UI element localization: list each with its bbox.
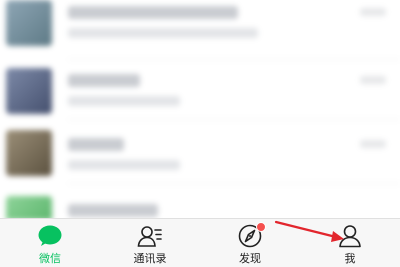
tab-label: 通讯录 <box>133 252 167 265</box>
avatar <box>6 196 52 220</box>
chat-time-placeholder <box>360 8 386 16</box>
person-icon <box>337 224 363 248</box>
tab-wechat[interactable]: 微信 <box>0 219 100 267</box>
tab-me[interactable]: 我 <box>300 219 400 267</box>
chat-time-placeholder <box>360 76 386 84</box>
chat-row[interactable] <box>0 0 400 60</box>
tab-label: 我 <box>344 252 356 265</box>
row-divider <box>68 119 400 120</box>
chat-title-placeholder <box>68 204 158 217</box>
contacts-icon <box>137 224 163 248</box>
chat-time-placeholder <box>360 140 386 148</box>
avatar <box>6 0 52 46</box>
tab-label: 微信 <box>39 252 61 265</box>
chat-row[interactable] <box>0 188 400 220</box>
row-divider <box>68 183 400 184</box>
avatar <box>6 130 52 176</box>
chat-row[interactable] <box>0 124 400 184</box>
chat-bubble-icon <box>37 224 63 248</box>
chat-row[interactable] <box>0 60 400 120</box>
chat-preview-placeholder <box>68 96 180 106</box>
compass-icon <box>237 222 266 248</box>
chat-title-placeholder <box>68 138 124 151</box>
chat-title-placeholder <box>68 6 238 19</box>
tab-label: 发现 <box>239 252 261 265</box>
chat-preview-placeholder <box>68 28 258 38</box>
chat-list <box>0 0 400 220</box>
chat-preview-placeholder <box>68 160 180 170</box>
tab-discover[interactable]: 发现 <box>200 219 300 267</box>
notification-dot <box>256 222 266 232</box>
tab-contacts[interactable]: 通讯录 <box>100 219 200 267</box>
avatar <box>6 68 52 114</box>
bottom-tab-bar: 微信 通讯录 发现 我 <box>0 218 400 267</box>
chat-title-placeholder <box>68 74 140 87</box>
